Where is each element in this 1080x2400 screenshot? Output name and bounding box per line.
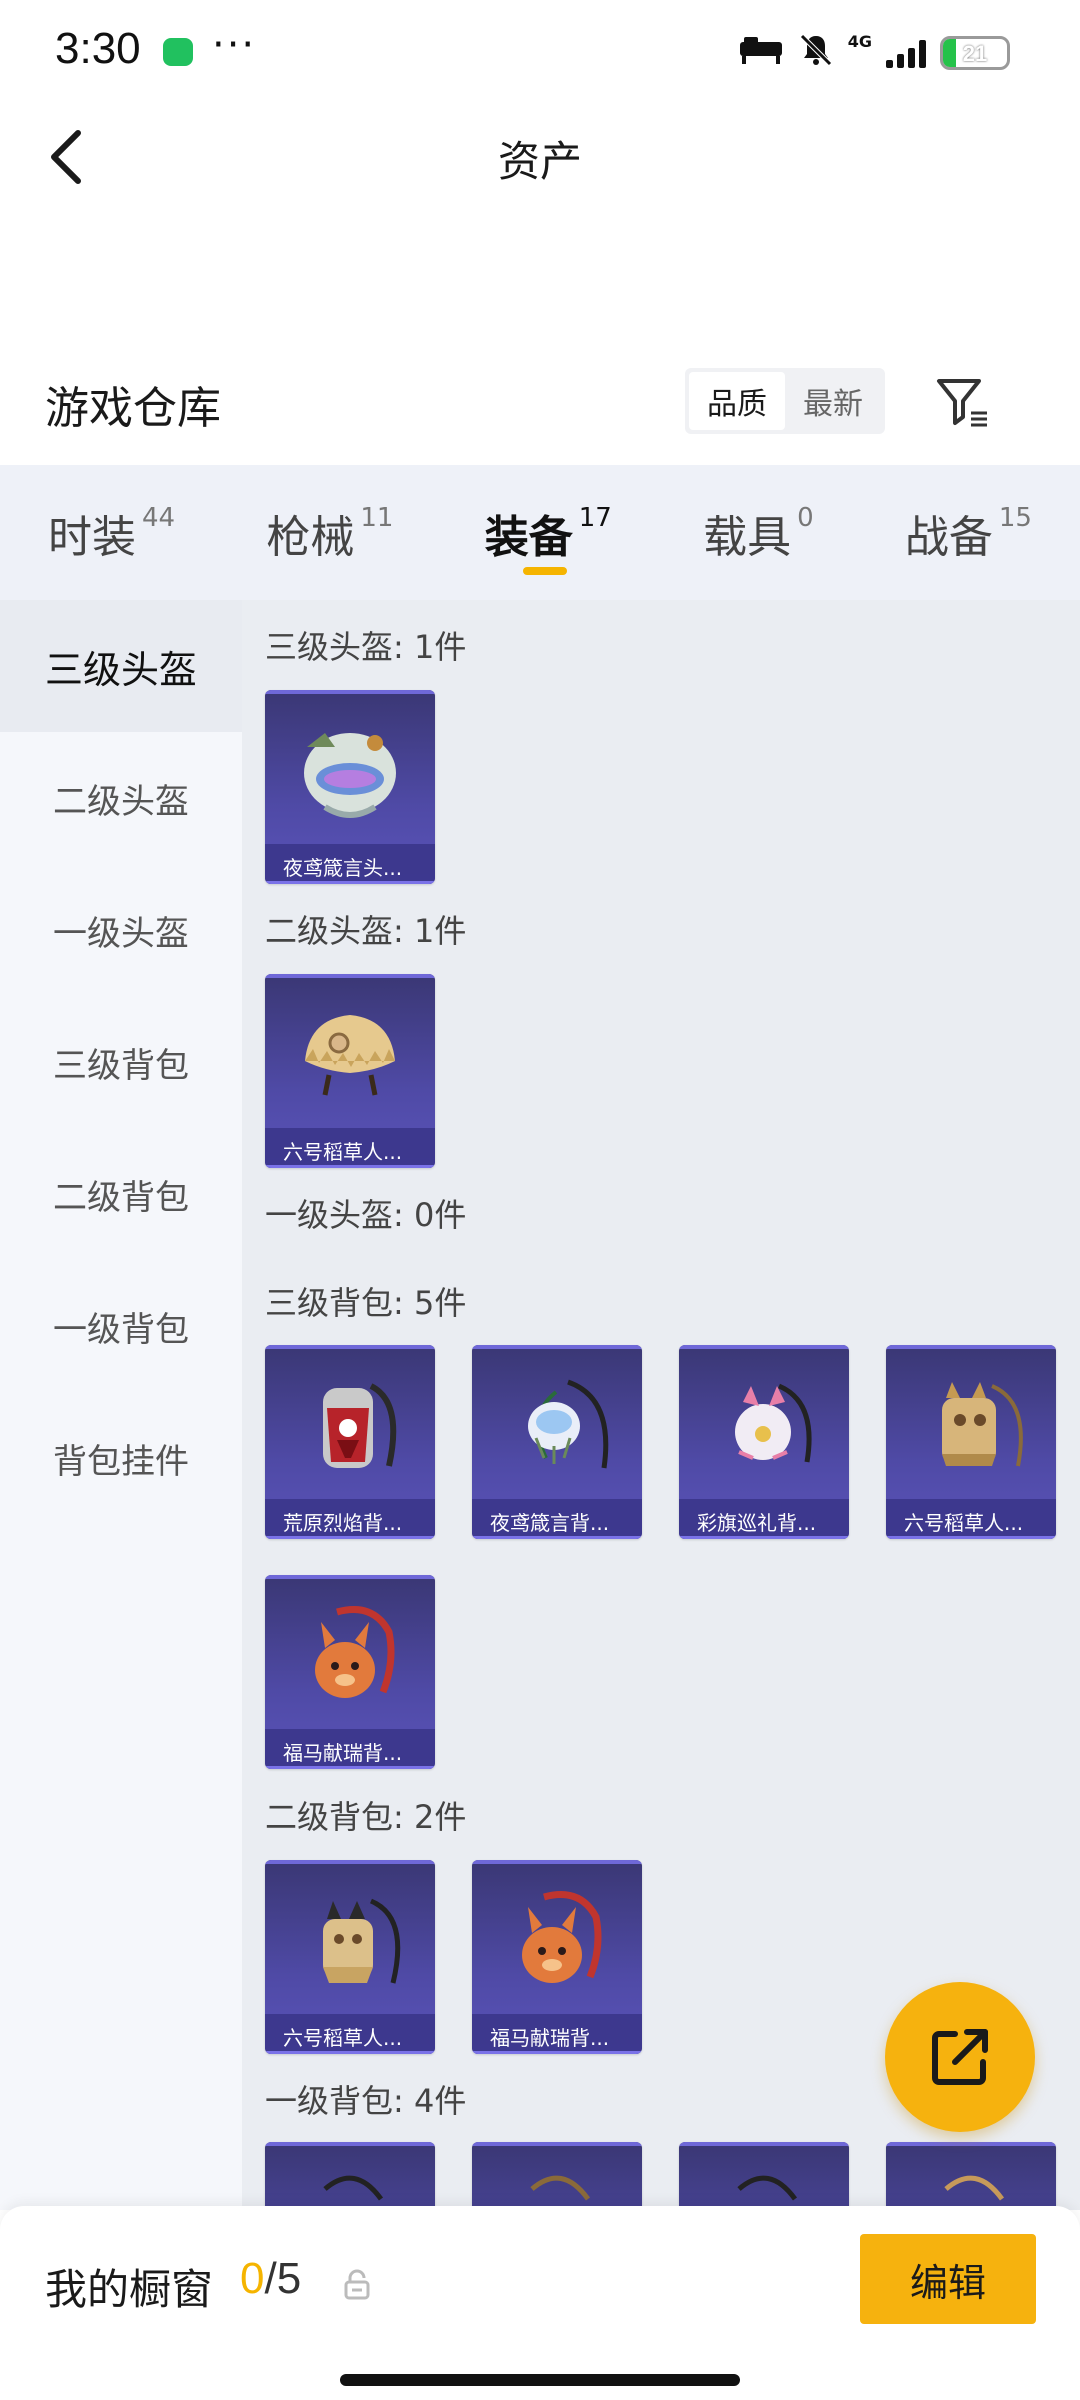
item-card[interactable]: 福马献瑞背...	[472, 1860, 642, 2054]
item-name: 福马献瑞背...	[472, 2014, 642, 2054]
filter-icon	[937, 379, 987, 427]
sleep-mode-icon	[738, 34, 784, 72]
backpack-icon	[472, 1357, 642, 1497]
item-card[interactable]	[886, 2142, 1056, 2210]
section-header: 二级头盔: 1件	[265, 912, 467, 950]
backpack-icon	[265, 1357, 435, 1497]
tab-count: 44	[142, 502, 176, 533]
share-button[interactable]	[885, 1982, 1035, 2132]
showcase-bar: 我的橱窗 0/5 编辑	[0, 2206, 1080, 2400]
tab-count: 11	[360, 502, 394, 533]
section-header: 三级头盔: 1件	[265, 628, 467, 666]
item-card[interactable]: 福马献瑞背...	[265, 1575, 435, 1769]
active-tab-indicator	[522, 566, 567, 575]
sort-newest-button[interactable]: 最新	[785, 372, 881, 430]
battery-level: 21	[962, 41, 988, 66]
wechat-icon	[163, 38, 193, 66]
filter-button[interactable]	[930, 370, 996, 436]
lock-icon	[342, 2268, 372, 2302]
sidebar-item-level2-backpack[interactable]: 二级背包	[0, 1128, 242, 1260]
item-card[interactable]	[679, 2142, 849, 2210]
tab-label: 装备	[484, 511, 573, 563]
subcategory-sidebar: 三级头盔 二级头盔 一级头盔 三级背包 二级背包 一级背包 背包挂件	[0, 600, 242, 2210]
category-tabs: 时装 44 枪械 11 装备 17 载具 0 战备 15	[0, 465, 1080, 600]
showcase-current: 0	[240, 2254, 265, 2303]
item-name: 夜鸢箴言头...	[265, 844, 435, 884]
warehouse-title: 游戏仓库	[45, 383, 221, 434]
backpack-icon	[886, 1357, 1056, 1497]
helmet-icon	[265, 702, 435, 842]
sort-toggle: 品质 最新	[685, 368, 885, 434]
network-type: 4G	[847, 31, 872, 51]
status-time: 3:30	[55, 24, 141, 73]
tab-combat-gear[interactable]: 战备 15	[905, 501, 1032, 565]
item-name: 福马献瑞背...	[265, 1729, 435, 1769]
item-card[interactable]: 夜鸢箴言背...	[472, 1345, 642, 1539]
tab-firearms[interactable]: 枪械 11	[266, 501, 393, 565]
battery-icon: 21	[940, 36, 1010, 70]
helmet-icon	[265, 986, 435, 1126]
share-external-icon	[932, 2029, 988, 2085]
tab-label: 载具	[703, 511, 792, 563]
section-header: 一级头盔: 0件	[265, 1196, 467, 1234]
tab-fashion[interactable]: 时装 44	[48, 501, 175, 565]
more-notifications-icon: ···	[212, 22, 257, 68]
sidebar-item-level3-backpack[interactable]: 三级背包	[0, 996, 242, 1128]
item-card[interactable]: 六号稻草人...	[265, 974, 435, 1168]
page-title: 资产	[497, 137, 582, 186]
backpack-icon	[679, 2154, 849, 2210]
item-name: 六号稻草人...	[886, 1499, 1056, 1539]
item-name: 六号稻草人...	[265, 2014, 435, 2054]
item-card[interactable]: 彩旗巡礼背...	[679, 1345, 849, 1539]
status-bar: 3:30 ··· 4G 21	[0, 0, 1080, 100]
item-name: 荒原烈焰背...	[265, 1499, 435, 1539]
backpack-icon	[265, 1587, 435, 1727]
sidebar-item-backpack-charm[interactable]: 背包挂件	[0, 1392, 242, 1524]
showcase-separator: /	[264, 2254, 277, 2303]
showcase-total: 5	[276, 2254, 302, 2303]
warehouse-bar: 游戏仓库 品质 最新	[0, 340, 1080, 465]
showcase-count: 0/5	[240, 2254, 301, 2304]
page-header: 资产	[0, 100, 1080, 215]
sidebar-item-level3-helmet[interactable]: 三级头盔	[0, 600, 242, 732]
tab-label: 时装	[48, 511, 136, 563]
tab-equipment[interactable]: 装备 17	[484, 501, 612, 575]
item-grid-area: 三级头盔: 1件 夜鸢箴言头... 二级头盔: 1件 六号稻草人... 一级头盔…	[242, 600, 1080, 2210]
backpack-icon	[679, 1357, 849, 1497]
backpack-icon	[472, 1872, 642, 2012]
tab-label: 枪械	[266, 511, 355, 563]
backpack-icon	[265, 2154, 435, 2210]
item-card[interactable]: 夜鸢箴言头...	[265, 690, 435, 884]
item-card[interactable]	[265, 2142, 435, 2210]
edit-button[interactable]: 编辑	[860, 2234, 1036, 2324]
item-name: 夜鸢箴言背...	[472, 1499, 642, 1539]
backpack-icon	[886, 2154, 1056, 2210]
item-card[interactable]: 六号稻草人...	[886, 1345, 1056, 1539]
tab-count: 17	[578, 502, 612, 533]
item-card[interactable]	[472, 2142, 642, 2210]
section-header: 一级背包: 4件	[265, 2082, 467, 2120]
showcase-label: 我的橱窗	[45, 2265, 214, 2314]
home-indicator[interactable]	[340, 2374, 740, 2386]
section-header: 二级背包: 2件	[265, 1798, 467, 1836]
item-name: 六号稻草人...	[265, 1128, 435, 1168]
item-name: 彩旗巡礼背...	[679, 1499, 849, 1539]
tab-label: 战备	[904, 511, 993, 563]
sort-quality-button[interactable]: 品质	[689, 372, 785, 430]
tab-count: 0	[797, 502, 814, 533]
tab-count: 15	[998, 502, 1032, 533]
signal-icon	[886, 38, 926, 68]
backpack-icon	[472, 2154, 642, 2210]
tab-vehicles[interactable]: 载具 0	[703, 501, 814, 565]
item-card[interactable]: 六号稻草人...	[265, 1860, 435, 2054]
sidebar-item-level1-backpack[interactable]: 一级背包	[0, 1260, 242, 1392]
section-header: 三级背包: 5件	[265, 1284, 467, 1322]
sidebar-item-level2-helmet[interactable]: 二级头盔	[0, 732, 242, 864]
sidebar-item-level1-helmet[interactable]: 一级头盔	[0, 864, 242, 996]
item-card[interactable]: 荒原烈焰背...	[265, 1345, 435, 1539]
mute-bell-icon	[798, 32, 834, 74]
backpack-icon	[265, 1872, 435, 2012]
